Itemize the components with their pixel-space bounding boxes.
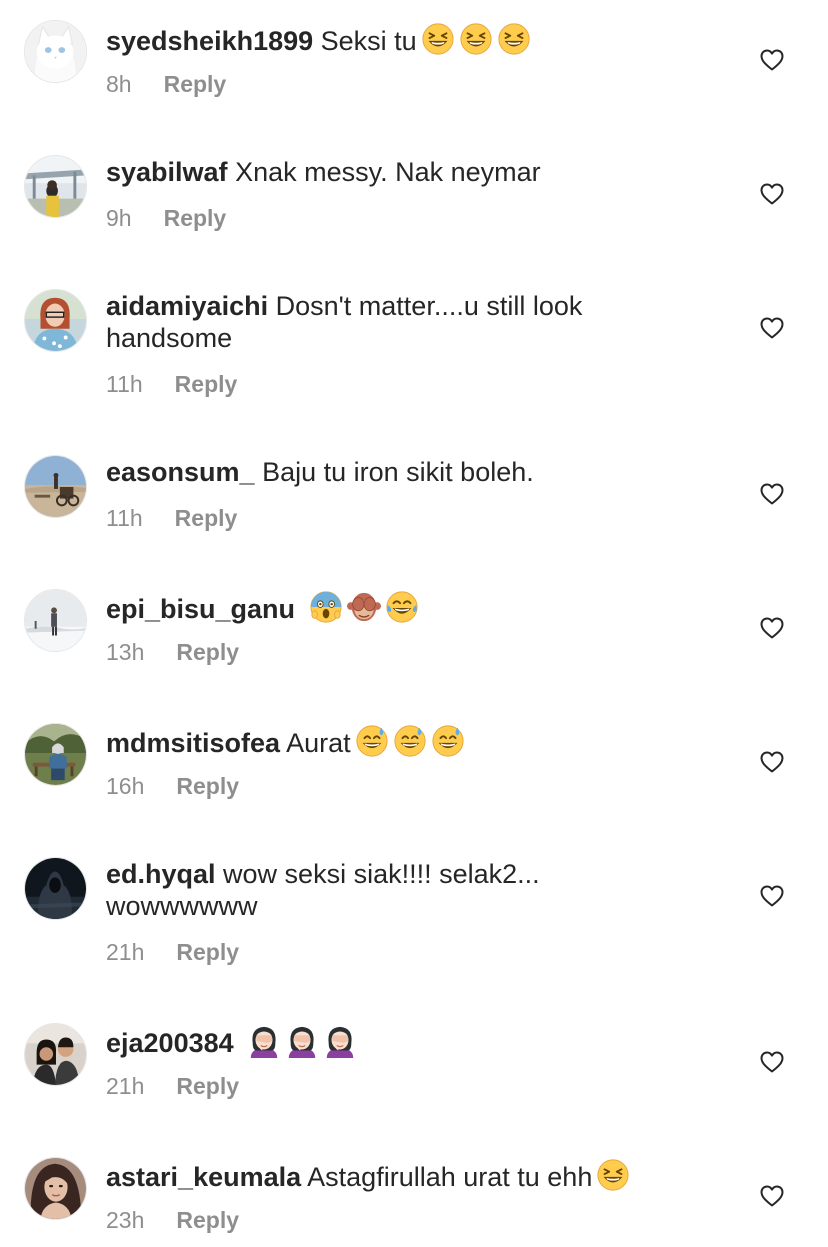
username-link[interactable]: eja200384	[106, 1028, 234, 1058]
username-link[interactable]: ed.hyqal	[106, 859, 216, 889]
comment-text: easonsum_ Baju tu iron sikit boleh.	[106, 456, 666, 488]
reply-button[interactable]: Reply	[175, 371, 238, 398]
comment-meta: 8h Reply	[106, 71, 226, 98]
like-heart-icon[interactable]	[760, 617, 784, 639]
username-link[interactable]: syabilwaf	[106, 157, 228, 187]
timestamp: 11h	[106, 505, 143, 531]
comment-text: ed.hyqal wow seksi siak!!!! selak2... wo…	[106, 858, 666, 922]
avatar[interactable]	[24, 20, 87, 83]
avatar[interactable]	[24, 857, 87, 920]
avatar[interactable]	[24, 589, 87, 652]
comment-text: eja200384	[106, 1024, 666, 1059]
reply-button[interactable]: Reply	[164, 205, 227, 232]
avatar[interactable]	[24, 723, 87, 786]
comment-body: Astagfirullah urat tu ehh	[307, 1162, 593, 1192]
like-heart-icon[interactable]	[760, 1051, 784, 1073]
avatar[interactable]	[24, 289, 87, 352]
facepalm-woman-emoji-icon	[323, 1024, 357, 1058]
username-link[interactable]: mdmsitisofea	[106, 728, 280, 758]
like-heart-icon[interactable]	[760, 49, 784, 71]
like-heart-icon[interactable]	[760, 1185, 784, 1207]
scream-emoji-icon	[309, 590, 343, 624]
facepalm-woman-emoji-icon	[247, 1024, 281, 1058]
comment-body: Xnak messy. Nak neymar	[235, 157, 541, 187]
comment-body: Aurat	[286, 728, 351, 758]
comment-text: mdmsitisofea Aurat	[106, 724, 666, 759]
timestamp: 9h	[106, 205, 132, 231]
sweat-smile-emoji-icon	[355, 724, 389, 758]
avatar[interactable]	[24, 1023, 87, 1086]
laugh-emoji-icon	[459, 22, 493, 56]
facepalm-woman-emoji-icon	[285, 1024, 319, 1058]
like-heart-icon[interactable]	[760, 751, 784, 773]
like-heart-icon[interactable]	[760, 885, 784, 907]
username-link[interactable]: aidamiyaichi	[106, 291, 268, 321]
comment-text: epi_bisu_ganu	[106, 590, 666, 625]
comment-meta: 11h Reply	[106, 371, 237, 398]
username-link[interactable]: syedsheikh1899	[106, 26, 313, 56]
comment-meta: 16h Reply	[106, 773, 239, 800]
comment-meta: 9h Reply	[106, 205, 226, 232]
timestamp: 21h	[106, 1073, 145, 1099]
timestamp: 23h	[106, 1207, 145, 1233]
comment-text: syabilwaf Xnak messy. Nak neymar	[106, 156, 666, 188]
comment-body: Seksi tu	[320, 26, 417, 56]
laugh-emoji-icon	[421, 22, 455, 56]
timestamp: 8h	[106, 71, 132, 97]
comment-meta: 13h Reply	[106, 639, 239, 666]
reply-button[interactable]: Reply	[175, 505, 238, 532]
like-heart-icon[interactable]	[760, 183, 784, 205]
avatar[interactable]	[24, 155, 87, 218]
sweat-smile-emoji-icon	[431, 724, 465, 758]
username-link[interactable]: epi_bisu_ganu	[106, 594, 295, 624]
laugh-emoji-icon	[596, 1158, 630, 1192]
comment-meta: 21h Reply	[106, 939, 239, 966]
reply-button[interactable]: Reply	[176, 1073, 239, 1100]
timestamp: 16h	[106, 773, 145, 799]
avatar[interactable]	[24, 1157, 87, 1220]
username-link[interactable]: astari_keumala	[106, 1162, 301, 1192]
see-no-evil-monkey-emoji-icon	[346, 590, 381, 624]
tears-of-joy-emoji-icon	[385, 590, 419, 624]
avatar[interactable]	[24, 455, 87, 518]
comment-meta: 23h Reply	[106, 1207, 239, 1234]
comment-text: aidamiyaichi Dosn't matter....u still lo…	[106, 290, 666, 354]
reply-button[interactable]: Reply	[176, 639, 239, 666]
comment-body: Baju tu iron sikit boleh.	[262, 457, 534, 487]
reply-button[interactable]: Reply	[176, 939, 239, 966]
timestamp: 13h	[106, 639, 145, 665]
comment-text: syedsheikh1899 Seksi tu	[106, 22, 666, 57]
comment-meta: 21h Reply	[106, 1073, 239, 1100]
comment-meta: 11h Reply	[106, 505, 237, 532]
reply-button[interactable]: Reply	[176, 1207, 239, 1234]
timestamp: 11h	[106, 371, 143, 397]
reply-button[interactable]: Reply	[164, 71, 227, 98]
sweat-smile-emoji-icon	[393, 724, 427, 758]
like-heart-icon[interactable]	[760, 483, 784, 505]
timestamp: 21h	[106, 939, 145, 965]
username-link[interactable]: easonsum_	[106, 457, 255, 487]
like-heart-icon[interactable]	[760, 317, 784, 339]
laugh-emoji-icon	[497, 22, 531, 56]
comment-text: astari_keumala Astagfirullah urat tu ehh	[106, 1158, 666, 1193]
reply-button[interactable]: Reply	[176, 773, 239, 800]
